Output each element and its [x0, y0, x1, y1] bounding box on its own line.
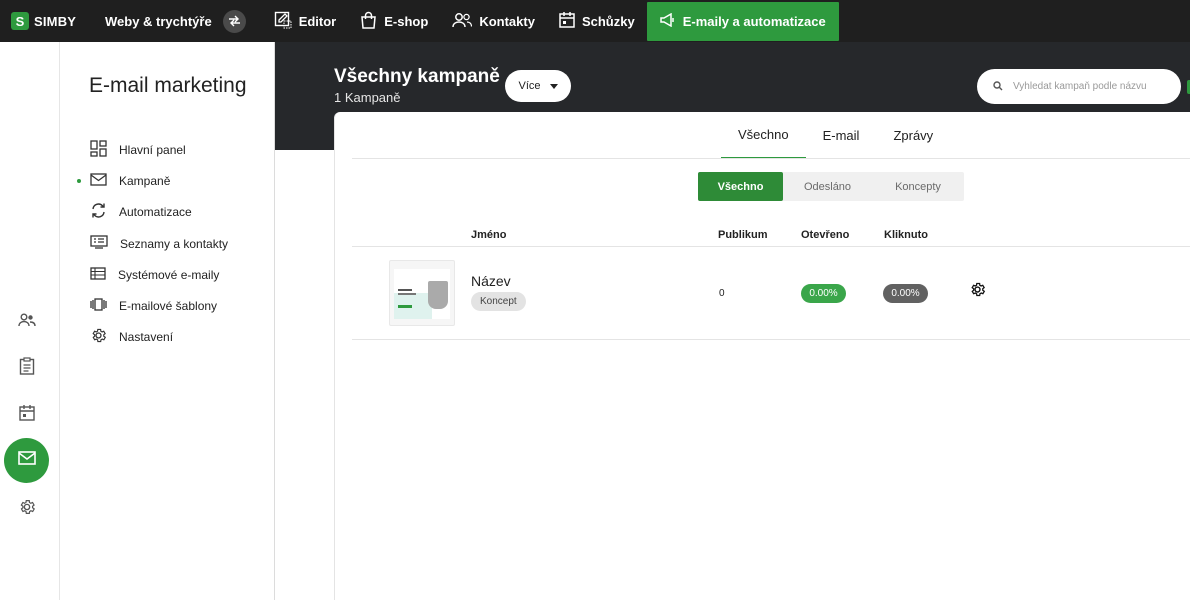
contacts-rail-icon[interactable] — [14, 307, 40, 333]
nav-meetings[interactable]: Schůzky — [547, 2, 647, 40]
opened-rate-badge: 0.00% — [801, 284, 846, 303]
filter-drafts[interactable]: Koncepty — [872, 172, 964, 201]
sidebar-item-templates[interactable]: E-mailové šablony — [60, 290, 275, 321]
clipboard-icon[interactable] — [14, 353, 40, 379]
megaphone-icon — [659, 12, 683, 30]
thumbnail-preview — [394, 269, 450, 319]
sidebar-item-settings[interactable]: Nastavení — [60, 322, 275, 353]
page-title: Všechny kampaně — [334, 66, 500, 87]
tab-email[interactable]: E-mail — [806, 112, 877, 159]
search-box[interactable] — [977, 69, 1181, 104]
top-navigation: S SIMBY Weby & trychtýře Editor E-shop K… — [0, 0, 1190, 42]
sidebar-item-label: Automatizace — [119, 205, 192, 220]
shopping-bag-icon — [360, 11, 384, 32]
column-opened[interactable]: Otevřeno — [801, 229, 849, 241]
calendar-icon — [559, 11, 582, 31]
sites-label: Weby & trychtýře — [105, 13, 212, 29]
logo-text: SIMBY — [34, 13, 77, 29]
nav-meetings-label: Schůzky — [581, 13, 635, 29]
campaign-thumbnail[interactable] — [389, 260, 455, 326]
tab-all[interactable]: Všechno — [721, 112, 806, 159]
column-name[interactable]: Jméno — [471, 229, 506, 241]
filter-all[interactable]: Všechno — [698, 172, 783, 201]
gear-icon — [90, 327, 119, 347]
status-filter: Všechno Odesláno Koncepty — [698, 172, 964, 201]
table-header-divider — [352, 246, 1190, 247]
column-audience[interactable]: Publikum — [718, 229, 768, 241]
sidebar-item-label: Hlavní panel — [119, 142, 186, 157]
sidebar-item-system-emails[interactable]: Systémové e-maily — [60, 259, 275, 290]
sites-switcher[interactable]: Weby & trychtýře — [105, 9, 246, 33]
sidebar-item-label: Seznamy a kontakty — [120, 236, 229, 251]
swap-icon[interactable] — [222, 9, 246, 33]
thumbnail-heading — [398, 289, 412, 291]
sidebar-item-label: Systémové e-maily — [118, 267, 220, 282]
sidebar: E-mail marketing Hlavní panel Kampaně Au… — [60, 42, 275, 600]
list-icon — [90, 235, 120, 252]
search-icon — [993, 78, 1003, 96]
filter-sent[interactable]: Odesláno — [783, 172, 872, 201]
table-row-divider — [352, 339, 1190, 340]
nav-contacts[interactable]: Kontakty — [440, 2, 547, 40]
sidebar-item-label: Kampaně — [119, 173, 171, 188]
column-clicked[interactable]: Kliknuto — [884, 229, 928, 241]
simby-logo[interactable]: S SIMBY — [0, 12, 92, 30]
envelope-icon — [90, 173, 119, 189]
nav-eshop-label: E-shop — [384, 13, 429, 29]
audience-value: 0 — [719, 288, 725, 299]
thumbnail-image — [428, 281, 448, 309]
status-badge: Koncept — [471, 292, 526, 311]
thumbnail-text — [398, 293, 416, 295]
search-input[interactable] — [1013, 81, 1173, 92]
envelope-rail-icon — [17, 451, 36, 470]
nav-contacts-label: Kontakty — [479, 13, 535, 29]
sidebar-item-dashboard[interactable]: Hlavní panel — [60, 134, 275, 165]
more-dropdown-button[interactable]: Více — [505, 70, 571, 102]
campaigns-card: Všechno E-mail Zprávy Všechno Odesláno K… — [334, 112, 1190, 600]
dashboard-icon — [90, 139, 119, 160]
sidebar-item-label: E-mailové šablony — [119, 299, 218, 314]
campaign-settings-button[interactable] — [967, 282, 987, 302]
more-label: Více — [518, 80, 541, 92]
nav-emails-automation[interactable]: E-maily a automatizace — [646, 1, 839, 41]
calendar-rail-icon[interactable] — [14, 399, 40, 425]
campaign-count: 1 Kampaně — [334, 90, 401, 105]
nav-editor-label: Editor — [298, 13, 337, 29]
settings-rail-icon[interactable] — [14, 494, 40, 520]
tab-messages[interactable]: Zprávy — [876, 112, 950, 159]
system-mail-icon — [90, 267, 118, 283]
sync-icon — [90, 202, 119, 222]
nav-eshop[interactable]: E-shop — [348, 2, 440, 40]
sidebar-item-campaigns[interactable]: Kampaně — [60, 165, 275, 196]
contacts-icon — [452, 12, 479, 31]
caret-down-icon — [549, 83, 558, 89]
editor-icon — [274, 11, 299, 32]
sidebar-item-label: Nastavení — [119, 330, 174, 345]
active-indicator — [77, 178, 81, 183]
sidebar-item-lists[interactable]: Seznamy a kontakty — [60, 228, 275, 259]
sidebar-title: E-mail marketing — [89, 74, 247, 97]
email-rail-button[interactable] — [4, 438, 49, 483]
campaign-name[interactable]: Název — [471, 273, 511, 289]
nav-editor[interactable]: Editor — [262, 2, 349, 40]
thumbnail-button — [398, 305, 412, 308]
sidebar-menu: Hlavní panel Kampaně Automatizace Seznam… — [60, 134, 275, 353]
sidebar-item-automation[interactable]: Automatizace — [60, 197, 275, 228]
type-tabs: Všechno E-mail Zprávy — [721, 112, 950, 159]
clicked-rate-badge: 0.00% — [883, 284, 928, 303]
template-icon — [90, 298, 119, 314]
left-rail — [0, 42, 60, 600]
gear-icon — [969, 281, 986, 303]
nav-emails-label: E-maily a automatizace — [682, 13, 826, 29]
logo-mark: S — [11, 12, 29, 30]
tabs-divider — [352, 158, 1190, 159]
